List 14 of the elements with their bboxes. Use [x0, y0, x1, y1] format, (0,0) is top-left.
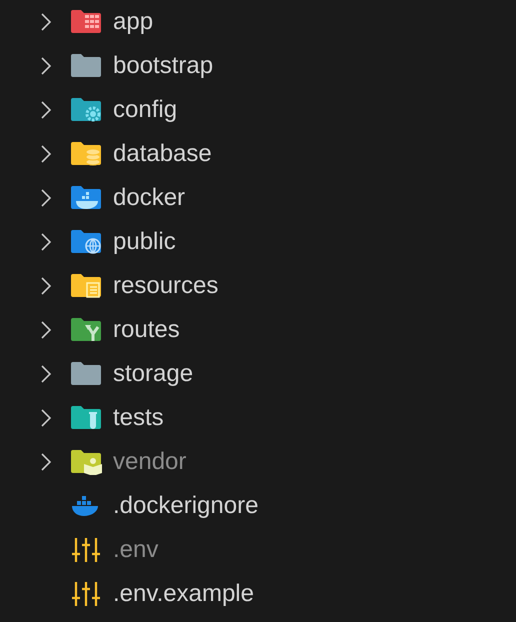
folder-name[interactable]: database: [113, 140, 212, 168]
folder-name[interactable]: resources: [113, 272, 218, 300]
folder-name[interactable]: tests: [113, 404, 164, 432]
folder-name[interactable]: vendor: [113, 448, 186, 476]
folder-name[interactable]: docker: [113, 184, 186, 212]
folder-name[interactable]: routes: [113, 316, 180, 344]
folder-name[interactable]: app: [113, 8, 154, 36]
file-name[interactable]: .dockerignore: [113, 492, 258, 520]
folder-name[interactable]: public: [113, 228, 176, 256]
folder-name[interactable]: config: [113, 96, 178, 124]
file-name[interactable]: .env.example: [113, 580, 254, 608]
folder-name[interactable]: storage: [113, 360, 194, 388]
folder-name[interactable]: bootstrap: [113, 52, 214, 80]
file-name[interactable]: .env: [113, 536, 158, 564]
